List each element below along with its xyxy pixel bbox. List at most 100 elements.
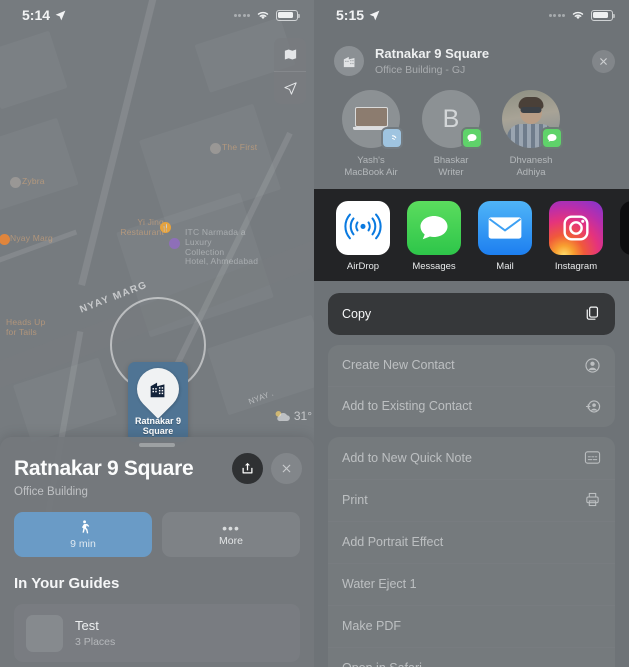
walking-person-icon xyxy=(81,520,89,534)
avatar-initial: B xyxy=(442,104,460,133)
menu-item-label: Water Eject 1 xyxy=(342,576,417,591)
avatar xyxy=(502,90,563,149)
add-portrait-effect-action[interactable]: Add Portrait Effect xyxy=(328,521,615,563)
app-label: AirDrop xyxy=(346,260,380,272)
instagram-icon xyxy=(549,200,603,255)
share-app-partial[interactable] xyxy=(620,200,629,272)
tracking-button[interactable] xyxy=(274,71,306,104)
menu-item-label: Add to Existing Contact xyxy=(342,399,472,414)
menu-item-label: Create New Contact xyxy=(342,358,455,373)
map-pin-ratnakar[interactable]: Ratnakar 9 Square xyxy=(128,359,188,442)
status-time: 5:14 xyxy=(22,7,67,23)
share-people-row: Yash's MacBook Air B Bhaskar Writer Dhva… xyxy=(314,88,629,189)
place-detail-card: Ratnakar 9 Square Office Building 9 min … xyxy=(0,437,314,667)
messages-badge-icon xyxy=(541,127,563,149)
water-eject-action[interactable]: Water Eject 1 xyxy=(328,563,615,605)
person-circle-icon xyxy=(584,357,601,374)
guide-name: Test xyxy=(75,618,99,633)
messages-icon xyxy=(547,134,557,142)
partial-app-icon xyxy=(620,200,629,255)
menu-item-label: Open in Safari xyxy=(342,661,422,667)
guide-text: Test 3 Places xyxy=(75,618,115,648)
share-target-bhaskar[interactable]: B Bhaskar Writer xyxy=(416,90,486,179)
poi-marker-icon xyxy=(10,177,21,188)
avatar xyxy=(342,90,403,149)
share-sheet-screen: 5:15 Ratnakar 9 Square Office Building -… xyxy=(314,0,629,667)
share-sheet: Ratnakar 9 Square Office Building - GJ Y… xyxy=(314,36,629,667)
share-action-contacts-group: Create New Contact Add to Existing Conta… xyxy=(328,344,615,427)
map-label: ITC Narmada a Luxury Collection Hotel, A… xyxy=(185,227,259,267)
pin-balloon xyxy=(128,359,188,419)
app-label: Instagram xyxy=(554,260,598,272)
walk-directions-button[interactable]: 9 min xyxy=(14,512,152,557)
share-target-macbook[interactable]: Yash's MacBook Air xyxy=(336,90,406,179)
dual-screenshot: The First Zybra Yi Jing Restaurant 🍴 ITC… xyxy=(0,0,629,667)
share-target-label: Dhvanesh Adhiya xyxy=(509,155,553,178)
add-to-existing-contact-action[interactable]: Add to Existing Contact xyxy=(328,386,615,427)
signal-icon xyxy=(233,13,250,17)
status-time-text: 5:15 xyxy=(336,7,365,23)
map-pin-label: Ratnakar 9 Square xyxy=(134,416,182,437)
map-layers-button[interactable] xyxy=(274,38,306,71)
add-to-quick-note-action[interactable]: Add to New Quick Note xyxy=(328,437,615,479)
airdrop-badge-icon xyxy=(381,127,403,149)
office-building-icon xyxy=(343,56,354,67)
close-button[interactable] xyxy=(271,453,302,484)
list-item[interactable]: Test 3 Places xyxy=(14,604,300,662)
menu-item-label: Print xyxy=(342,492,368,507)
make-pdf-action[interactable]: Make PDF xyxy=(328,605,615,647)
map-controls xyxy=(274,38,306,104)
map-label: Nyay Marg xyxy=(10,233,53,243)
person-add-icon xyxy=(583,398,601,415)
walk-time-label: 9 min xyxy=(70,538,96,550)
share-app-messages[interactable]: Messages xyxy=(407,200,461,272)
more-label: More xyxy=(219,534,243,547)
share-app-instagram[interactable]: Instagram xyxy=(549,200,603,272)
guide-thumbnail xyxy=(26,614,63,652)
share-action-copy-group: Copy xyxy=(328,292,615,335)
card-action-buttons xyxy=(232,453,302,484)
messages-icon xyxy=(407,200,461,255)
poi-marker-icon xyxy=(0,234,10,245)
envelope-icon xyxy=(488,217,522,239)
wifi-icon xyxy=(257,11,269,20)
close-button[interactable] xyxy=(592,50,615,73)
status-time-text: 5:14 xyxy=(22,7,51,23)
status-bar-right: 5:15 xyxy=(314,0,629,30)
share-button[interactable] xyxy=(232,453,263,484)
create-new-contact-action[interactable]: Create New Contact xyxy=(328,345,615,386)
weather-widget[interactable]: 31° xyxy=(272,408,312,424)
guide-place-count: 3 Places xyxy=(75,636,116,648)
location-arrow-icon xyxy=(369,10,380,20)
airdrop-icon xyxy=(336,200,390,255)
map-label: The First xyxy=(222,142,258,152)
location-arrow-icon xyxy=(55,10,66,20)
poi-marker-icon xyxy=(210,143,221,154)
quick-actions: 9 min ••• More xyxy=(0,498,314,557)
ellipsis-icon: ••• xyxy=(222,519,240,536)
more-button[interactable]: ••• More xyxy=(162,512,300,557)
copy-action[interactable]: Copy xyxy=(328,292,615,335)
printer-icon xyxy=(584,491,601,508)
print-action[interactable]: Print xyxy=(328,479,615,521)
map-label: Yi Jing Restaurant xyxy=(120,217,164,237)
menu-item-label: Add Portrait Effect xyxy=(342,534,444,549)
map-icon xyxy=(284,49,296,60)
share-item-thumbnail xyxy=(334,46,364,76)
share-action-misc-group: Add to New Quick Note Print Add Portrait… xyxy=(328,436,615,667)
map-block xyxy=(0,117,79,213)
menu-item-label: Add to New Quick Note xyxy=(342,450,472,465)
guides-heading: In Your Guides xyxy=(14,575,120,592)
location-arrow-icon xyxy=(283,81,297,95)
share-app-mail[interactable]: Mail xyxy=(478,200,532,272)
signal-icon xyxy=(548,13,565,17)
airdrop-glyph-icon xyxy=(344,213,382,240)
wifi-icon xyxy=(572,11,584,20)
speech-bubble-icon xyxy=(420,215,448,239)
app-label: Mail xyxy=(496,260,514,272)
share-target-dhvanesh[interactable]: Dhvanesh Adhiya xyxy=(496,90,566,179)
app-label: Messages xyxy=(412,260,456,272)
open-in-safari-action[interactable]: Open in Safari xyxy=(328,647,615,667)
share-sheet-header: Ratnakar 9 Square Office Building - GJ xyxy=(314,36,629,88)
share-app-airdrop[interactable]: AirDrop xyxy=(336,200,390,272)
